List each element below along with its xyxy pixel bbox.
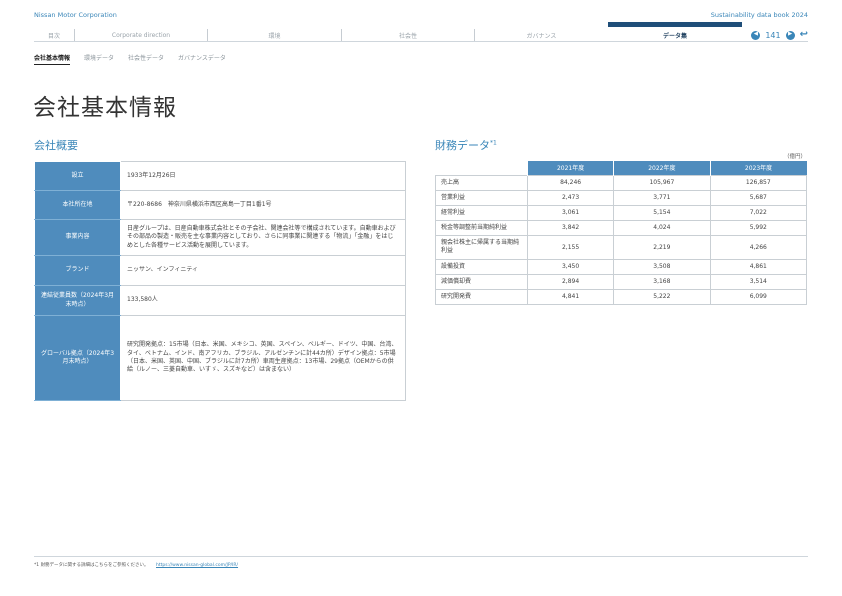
cell-value: 3,168 bbox=[613, 273, 711, 290]
cell-value: 2,473 bbox=[526, 189, 615, 206]
table-row: 売上高 84,246 105,967 126,857 bbox=[435, 174, 808, 191]
tab-environment[interactable]: 環境 bbox=[207, 29, 341, 41]
table-row: 税金等調整前当期純利益 3,842 4,024 5,992 bbox=[435, 219, 808, 236]
subnav-company-info[interactable]: 会社基本情報 bbox=[34, 53, 71, 65]
table-row: 連結従業員数（2024年3月末時点） 133,580人 bbox=[34, 285, 406, 316]
row-label: 営業利益 bbox=[435, 189, 528, 206]
subnav-governance-data[interactable]: ガバナンスデータ bbox=[178, 53, 226, 65]
company-name: Nissan Motor Corporation bbox=[34, 11, 117, 19]
book-title: Sustainability data book 2024 bbox=[710, 11, 808, 19]
footnote: *1 財務データに関する詳細はこちらをご参照ください。 https://www.… bbox=[34, 562, 238, 568]
unit-label: （億円） bbox=[783, 154, 806, 160]
column-header: 2021年度 bbox=[526, 161, 614, 175]
cell-value: 3,842 bbox=[526, 219, 615, 236]
row-label: 税金等調整前当期純利益 bbox=[435, 219, 528, 236]
header-blank bbox=[435, 161, 528, 175]
table-row: 設備投資 3,450 3,508 4,861 bbox=[435, 258, 808, 275]
cell-value: 3,771 bbox=[613, 189, 711, 206]
cell-value: 2,219 bbox=[613, 234, 711, 260]
prev-page-icon[interactable]: ◀ bbox=[751, 30, 761, 40]
table-row: 設立 1933年12月26日 bbox=[34, 161, 406, 191]
back-icon[interactable]: ↩ bbox=[800, 30, 808, 40]
tab-social[interactable]: 社会性 bbox=[341, 29, 474, 41]
table-row: 経常利益 3,061 5,154 7,022 bbox=[435, 204, 808, 221]
row-label: 設立 bbox=[34, 161, 121, 191]
tab-data[interactable]: データ集 bbox=[608, 22, 742, 41]
tab-corporate-direction[interactable]: Corporate direction bbox=[74, 29, 207, 41]
cell-value: 3,508 bbox=[613, 258, 711, 275]
cell-value: 5,687 bbox=[709, 189, 808, 206]
company-overview-table: 設立 1933年12月26日 本社所在地 〒220-8686 神奈川県横浜市西区… bbox=[34, 161, 406, 401]
table-row: 減価償却費 2,894 3,168 3,514 bbox=[435, 273, 808, 290]
table-row: グローバル拠点（2024年3月末時点） 研究開発拠点：15市場（日本、米国、メキ… bbox=[34, 315, 406, 401]
footnote-link[interactable]: https://www.nissan-global.com/JP/IR/ bbox=[156, 563, 238, 568]
cell-value: 4,024 bbox=[613, 219, 711, 236]
footer-divider bbox=[34, 556, 808, 557]
cell-value: 4,861 bbox=[709, 258, 808, 275]
subnav-social-data[interactable]: 社会性データ bbox=[128, 53, 164, 65]
row-label: 親会社株主に帰属する当期純利益 bbox=[435, 234, 528, 260]
cell-value: 84,246 bbox=[526, 174, 615, 191]
cell-value: 7,022 bbox=[709, 204, 808, 221]
cell-value: 4,841 bbox=[526, 288, 615, 305]
table-header-row: 2021年度 2022年度 2023年度 bbox=[435, 161, 807, 175]
pager: ◀ 141 ▶ ↩ bbox=[751, 28, 808, 42]
overview-title: 会社概要 bbox=[34, 139, 78, 152]
table-row: 研究開発費 4,841 5,222 6,099 bbox=[435, 288, 808, 305]
row-label: 減価償却費 bbox=[435, 273, 528, 290]
subnav-environment-data[interactable]: 環境データ bbox=[84, 53, 114, 65]
row-label: 売上高 bbox=[435, 174, 528, 191]
row-value: 〒220-8686 神奈川県横浜市西区高島一丁目1番1号 bbox=[120, 190, 406, 220]
tab-governance[interactable]: ガバナンス bbox=[474, 29, 608, 41]
page-title: 会社基本情報 bbox=[33, 95, 177, 121]
cell-value: 3,061 bbox=[526, 204, 615, 221]
row-value: 1933年12月26日 bbox=[120, 161, 406, 191]
sub-navigation: 会社基本情報 環境データ 社会性データ ガバナンスデータ bbox=[34, 53, 226, 65]
cell-value: 3,450 bbox=[526, 258, 615, 275]
cell-value: 2,155 bbox=[526, 234, 615, 260]
cell-value: 126,857 bbox=[709, 174, 808, 191]
table-row: ブランド ニッサン、インフィニティ bbox=[34, 255, 406, 286]
row-value: 日産グループは、日産自動車株式会社とその子会社、関連会社等で構成されています。自… bbox=[120, 219, 406, 256]
column-header: 2023年度 bbox=[709, 161, 807, 175]
cell-value: 5,222 bbox=[613, 288, 711, 305]
cell-value: 5,992 bbox=[709, 219, 808, 236]
column-header: 2022年度 bbox=[613, 161, 711, 175]
cell-value: 2,894 bbox=[526, 273, 615, 290]
table-row: 本社所在地 〒220-8686 神奈川県横浜市西区高島一丁目1番1号 bbox=[34, 190, 406, 220]
financial-title: 財務データ*1 bbox=[435, 137, 497, 153]
row-label: 設備投資 bbox=[435, 258, 528, 275]
cell-value: 5,154 bbox=[613, 204, 711, 221]
row-label: グローバル拠点（2024年3月末時点） bbox=[34, 315, 121, 401]
row-label: 連結従業員数（2024年3月末時点） bbox=[34, 285, 121, 316]
cell-value: 3,514 bbox=[709, 273, 808, 290]
page-number: 141 bbox=[765, 30, 781, 40]
row-label: ブランド bbox=[34, 255, 121, 286]
table-row: 親会社株主に帰属する当期純利益 2,155 2,219 4,266 bbox=[435, 234, 808, 260]
row-label: 研究開発費 bbox=[435, 288, 528, 305]
row-label: 経常利益 bbox=[435, 204, 528, 221]
row-label: 本社所在地 bbox=[34, 190, 121, 220]
top-navigation: 目次 Corporate direction 環境 社会性 ガバナンス データ集 bbox=[34, 22, 808, 42]
financial-data-table: 2021年度 2022年度 2023年度 売上高 84,246 105,967 … bbox=[435, 161, 808, 305]
financial-title-text: 財務データ bbox=[435, 139, 490, 152]
row-value: ニッサン、インフィニティ bbox=[120, 255, 406, 286]
cell-value: 105,967 bbox=[613, 174, 711, 191]
tab-contents[interactable]: 目次 bbox=[34, 29, 74, 41]
financial-title-note: *1 bbox=[490, 139, 497, 147]
row-value: 133,580人 bbox=[120, 285, 406, 316]
table-row: 営業利益 2,473 3,771 5,687 bbox=[435, 189, 808, 206]
cell-value: 4,266 bbox=[709, 234, 808, 260]
footnote-mark: *1 bbox=[34, 563, 40, 568]
table-row: 事業内容 日産グループは、日産自動車株式会社とその子会社、関連会社等で構成されて… bbox=[34, 219, 406, 256]
next-page-icon[interactable]: ▶ bbox=[785, 30, 795, 40]
row-label: 事業内容 bbox=[34, 219, 121, 256]
footnote-text: 財務データに関する詳細はこちらをご参照ください。 bbox=[40, 563, 149, 568]
cell-value: 6,099 bbox=[709, 288, 808, 305]
row-value: 研究開発拠点：15市場（日本、米国、メキシコ、英国、スペイン、ベルギー、ドイツ、… bbox=[120, 315, 406, 401]
